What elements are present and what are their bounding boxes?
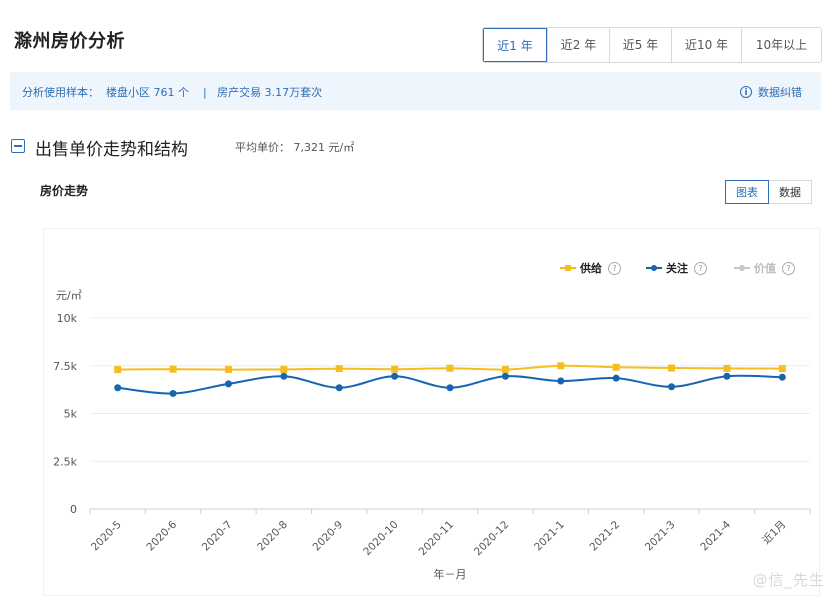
data-point: [335, 365, 343, 373]
x-tick-label: 2021-3: [643, 519, 678, 554]
data-point: [446, 364, 454, 372]
y-tick-label: 10k: [57, 312, 78, 325]
data-point: [501, 366, 509, 374]
data-point: [446, 384, 454, 392]
data-point: [391, 372, 399, 380]
data-point: [668, 364, 676, 372]
x-tick-label: 2020-11: [417, 519, 457, 559]
data-point: [335, 384, 343, 392]
data-point: [778, 365, 786, 373]
x-tick-label: 2020-6: [144, 518, 179, 553]
data-point: [501, 372, 509, 380]
data-point: [557, 362, 565, 370]
data-point: [114, 384, 122, 392]
data-point: [114, 366, 122, 374]
data-point: [612, 374, 620, 382]
x-tick-label: 2021-1: [532, 519, 567, 554]
x-tick-label: 近1月: [760, 518, 789, 547]
data-point: [723, 364, 731, 372]
data-point: [224, 366, 232, 374]
x-tick-label: 2020-10: [361, 519, 401, 559]
data-point: [723, 372, 731, 380]
data-point: [280, 365, 288, 373]
y-tick-label: 0: [70, 503, 77, 516]
x-tick-label: 2020-7: [200, 519, 235, 554]
y-axis-unit-label: 元/㎡: [56, 289, 82, 302]
y-tick-label: 5k: [64, 408, 78, 421]
x-tick-label: 2021-2: [587, 519, 622, 554]
x-tick-label: 2020-8: [255, 519, 290, 554]
data-point: [778, 373, 786, 381]
x-tick-label: 2020-12: [472, 519, 512, 559]
y-tick-label: 2.5k: [53, 455, 77, 468]
x-tick-label: 2020-5: [89, 519, 124, 554]
watermark: @信_先生: [752, 571, 825, 589]
data-point: [169, 365, 177, 373]
price-trend-chart: 元/㎡ 0 2.5k 5k 7.5k 10k 2020-5 2020-6 2020-7 2020-…: [53, 289, 811, 581]
data-point: [280, 372, 288, 380]
data-point: [668, 383, 676, 391]
data-point: [224, 380, 232, 388]
y-tick-label: 7.5k: [53, 360, 77, 373]
x-axis-label: 年－月: [434, 567, 467, 581]
data-point: [169, 389, 177, 397]
x-tick-label: 2020-9: [311, 519, 346, 554]
data-point: [557, 377, 565, 385]
data-point: [612, 363, 620, 371]
data-point: [391, 365, 399, 373]
x-tick-label: 2021-4: [698, 518, 733, 553]
